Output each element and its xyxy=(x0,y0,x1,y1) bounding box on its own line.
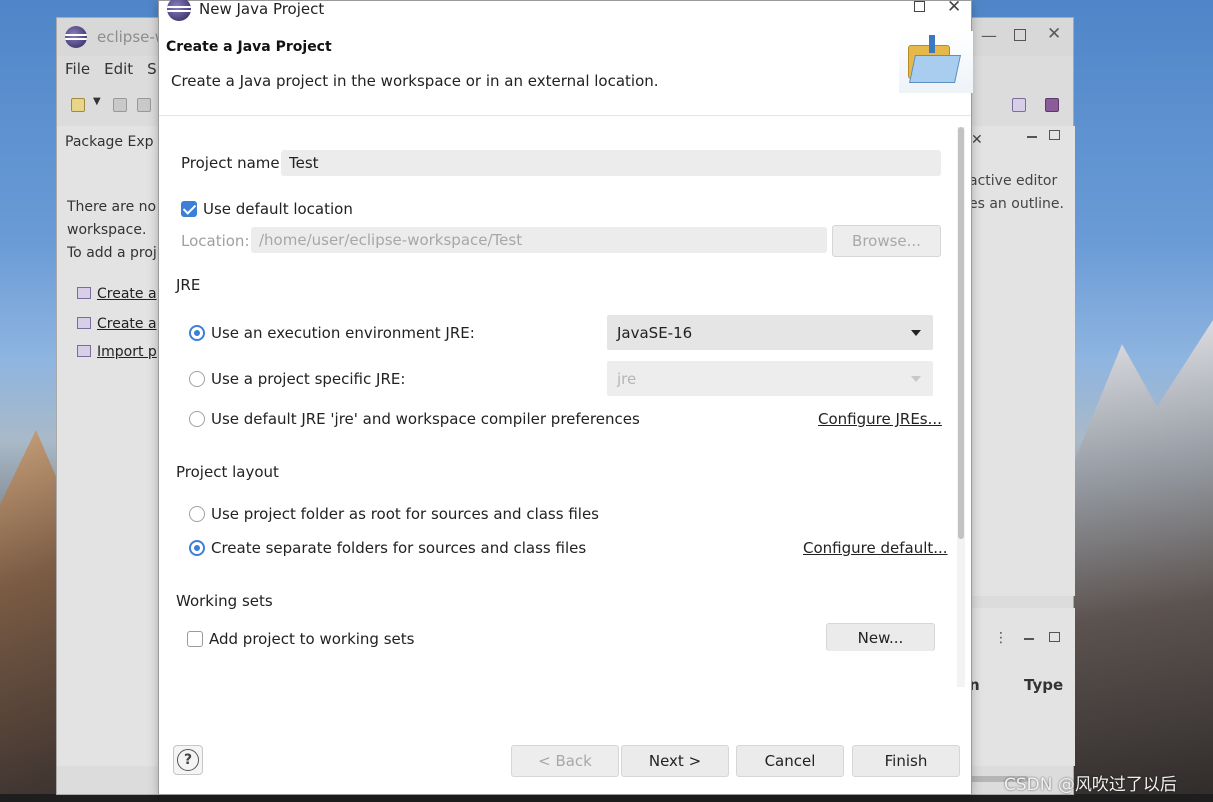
menu-source[interactable]: S xyxy=(147,60,157,84)
message-line: workspace. xyxy=(67,222,147,238)
project-jre-value: jre xyxy=(617,369,637,388)
desktop-wallpaper-right xyxy=(1073,320,1213,802)
close-icon[interactable]: ✕ xyxy=(1047,24,1061,44)
outline-close-icon[interactable]: ✕ xyxy=(971,132,983,148)
finish-button[interactable]: Finish xyxy=(852,745,960,777)
separate-folders-layout-label[interactable]: Create separate folders for sources and … xyxy=(211,539,586,557)
java-project-icon xyxy=(77,287,91,299)
configure-jres-link[interactable]: Configure JREs... xyxy=(818,410,942,428)
project-specific-jre-label[interactable]: Use a project specific JRE: xyxy=(211,370,405,388)
maximize-icon[interactable] xyxy=(914,1,925,12)
create-project-link[interactable]: Create a xyxy=(77,316,159,332)
taskbar xyxy=(0,794,1213,802)
dialog-titlebar: New Java Project ✕ xyxy=(159,0,971,23)
minimize-icon[interactable]: — xyxy=(981,26,997,45)
add-to-working-sets-checkbox[interactable] xyxy=(187,631,203,647)
jre-section-title: JRE xyxy=(176,276,201,294)
outline-minimize-icon[interactable] xyxy=(1027,136,1037,138)
default-jre-radio[interactable] xyxy=(189,411,205,427)
panel-maximize-icon[interactable] xyxy=(1049,632,1060,642)
outline-message: active editor es an outline. xyxy=(969,170,1064,216)
view-menu-icon[interactable]: ⋮ xyxy=(994,630,1008,646)
outline-maximize-icon[interactable] xyxy=(1049,130,1060,140)
wizard-page-description: Create a Java project in the workspace o… xyxy=(171,72,659,90)
column-header-type[interactable]: Type xyxy=(1024,676,1063,694)
outline-panel: ✕ active editor es an outline. xyxy=(969,126,1075,596)
exec-env-jre-label[interactable]: Use an execution environment JRE: xyxy=(211,324,475,342)
desktop-wallpaper-left xyxy=(0,430,60,802)
configure-default-link[interactable]: Configure default... xyxy=(803,539,948,557)
chevron-down-icon xyxy=(911,330,921,336)
use-default-location-label[interactable]: Use default location xyxy=(203,200,353,218)
use-default-location-checkbox[interactable] xyxy=(181,201,197,217)
back-button[interactable]: < Back xyxy=(511,745,619,777)
location-label: Location: xyxy=(181,232,250,250)
menu-file[interactable]: File xyxy=(65,60,90,84)
help-button[interactable]: ? xyxy=(173,745,203,775)
project-name-input[interactable] xyxy=(281,150,941,176)
dialog-title: New Java Project xyxy=(199,0,325,18)
exec-env-jre-radio[interactable] xyxy=(189,325,205,341)
outline-line: active editor xyxy=(969,173,1058,189)
separate-folders-layout-radio[interactable] xyxy=(189,540,205,556)
project-jre-select[interactable]: jre xyxy=(607,361,933,396)
open-perspective-icon[interactable] xyxy=(1012,98,1026,112)
exec-env-select[interactable]: JavaSE-16 xyxy=(607,315,933,350)
package-explorer-message: There are no p workspace. To add a proj xyxy=(67,196,159,265)
project-name-label: Project name: xyxy=(181,154,285,172)
add-to-working-sets-label[interactable]: Add project to working sets xyxy=(209,630,414,648)
banner-divider xyxy=(159,115,971,116)
package-explorer-tab[interactable]: Package Exp xyxy=(65,134,154,150)
package-explorer-panel: Package Exp There are no p workspace. To… xyxy=(57,126,159,766)
save-all-icon[interactable] xyxy=(137,98,151,112)
project-icon xyxy=(77,317,91,329)
new-working-set-button[interactable]: New... xyxy=(826,623,935,651)
browse-button[interactable]: Browse... xyxy=(832,225,941,257)
working-sets-section-title: Working sets xyxy=(176,592,273,610)
eclipse-logo-icon xyxy=(65,26,87,48)
project-specific-jre-radio[interactable] xyxy=(189,371,205,387)
new-wizard-icon[interactable] xyxy=(71,98,85,112)
exec-env-value: JavaSE-16 xyxy=(617,323,693,342)
maximize-icon[interactable] xyxy=(1014,29,1026,41)
eclipse-menubar: File Edit S xyxy=(57,60,157,84)
new-project-folder-icon xyxy=(899,31,973,93)
message-line: There are no p xyxy=(67,199,159,215)
create-java-project-link[interactable]: Create a xyxy=(77,286,159,302)
import-projects-link[interactable]: Import p xyxy=(77,344,159,360)
next-button[interactable]: Next > xyxy=(621,745,729,777)
message-line: To add a proj xyxy=(67,245,157,261)
default-jre-label[interactable]: Use default JRE 'jre' and workspace comp… xyxy=(211,410,640,428)
chevron-down-icon xyxy=(911,376,921,382)
problems-panel: ⋮ n Type xyxy=(969,608,1075,782)
help-icon: ? xyxy=(177,749,199,771)
import-icon xyxy=(77,345,91,357)
project-root-layout-radio[interactable] xyxy=(189,506,205,522)
project-root-layout-label[interactable]: Use project folder as root for sources a… xyxy=(211,505,599,523)
cancel-button[interactable]: Cancel xyxy=(736,745,844,777)
vertical-scrollbar-thumb[interactable] xyxy=(958,127,964,539)
location-input[interactable] xyxy=(251,227,827,253)
eclipse-window-title: eclipse-w xyxy=(97,28,168,46)
menu-edit[interactable]: Edit xyxy=(104,60,133,84)
dropdown-arrow-icon[interactable]: ▼ xyxy=(93,96,101,107)
wizard-page-title: Create a Java Project xyxy=(166,39,332,55)
java-perspective-icon[interactable] xyxy=(1045,98,1059,112)
panel-minimize-icon[interactable] xyxy=(1024,638,1034,640)
project-layout-section-title: Project layout xyxy=(176,463,279,481)
new-java-project-dialog: New Java Project ✕ Create a Java Project… xyxy=(158,0,973,795)
close-icon[interactable]: ✕ xyxy=(947,0,961,17)
csdn-watermark: CSDN @风吹过了以后 xyxy=(1004,775,1177,795)
eclipse-logo-icon xyxy=(167,0,191,21)
save-icon[interactable] xyxy=(113,98,127,112)
outline-line: es an outline. xyxy=(969,196,1064,212)
